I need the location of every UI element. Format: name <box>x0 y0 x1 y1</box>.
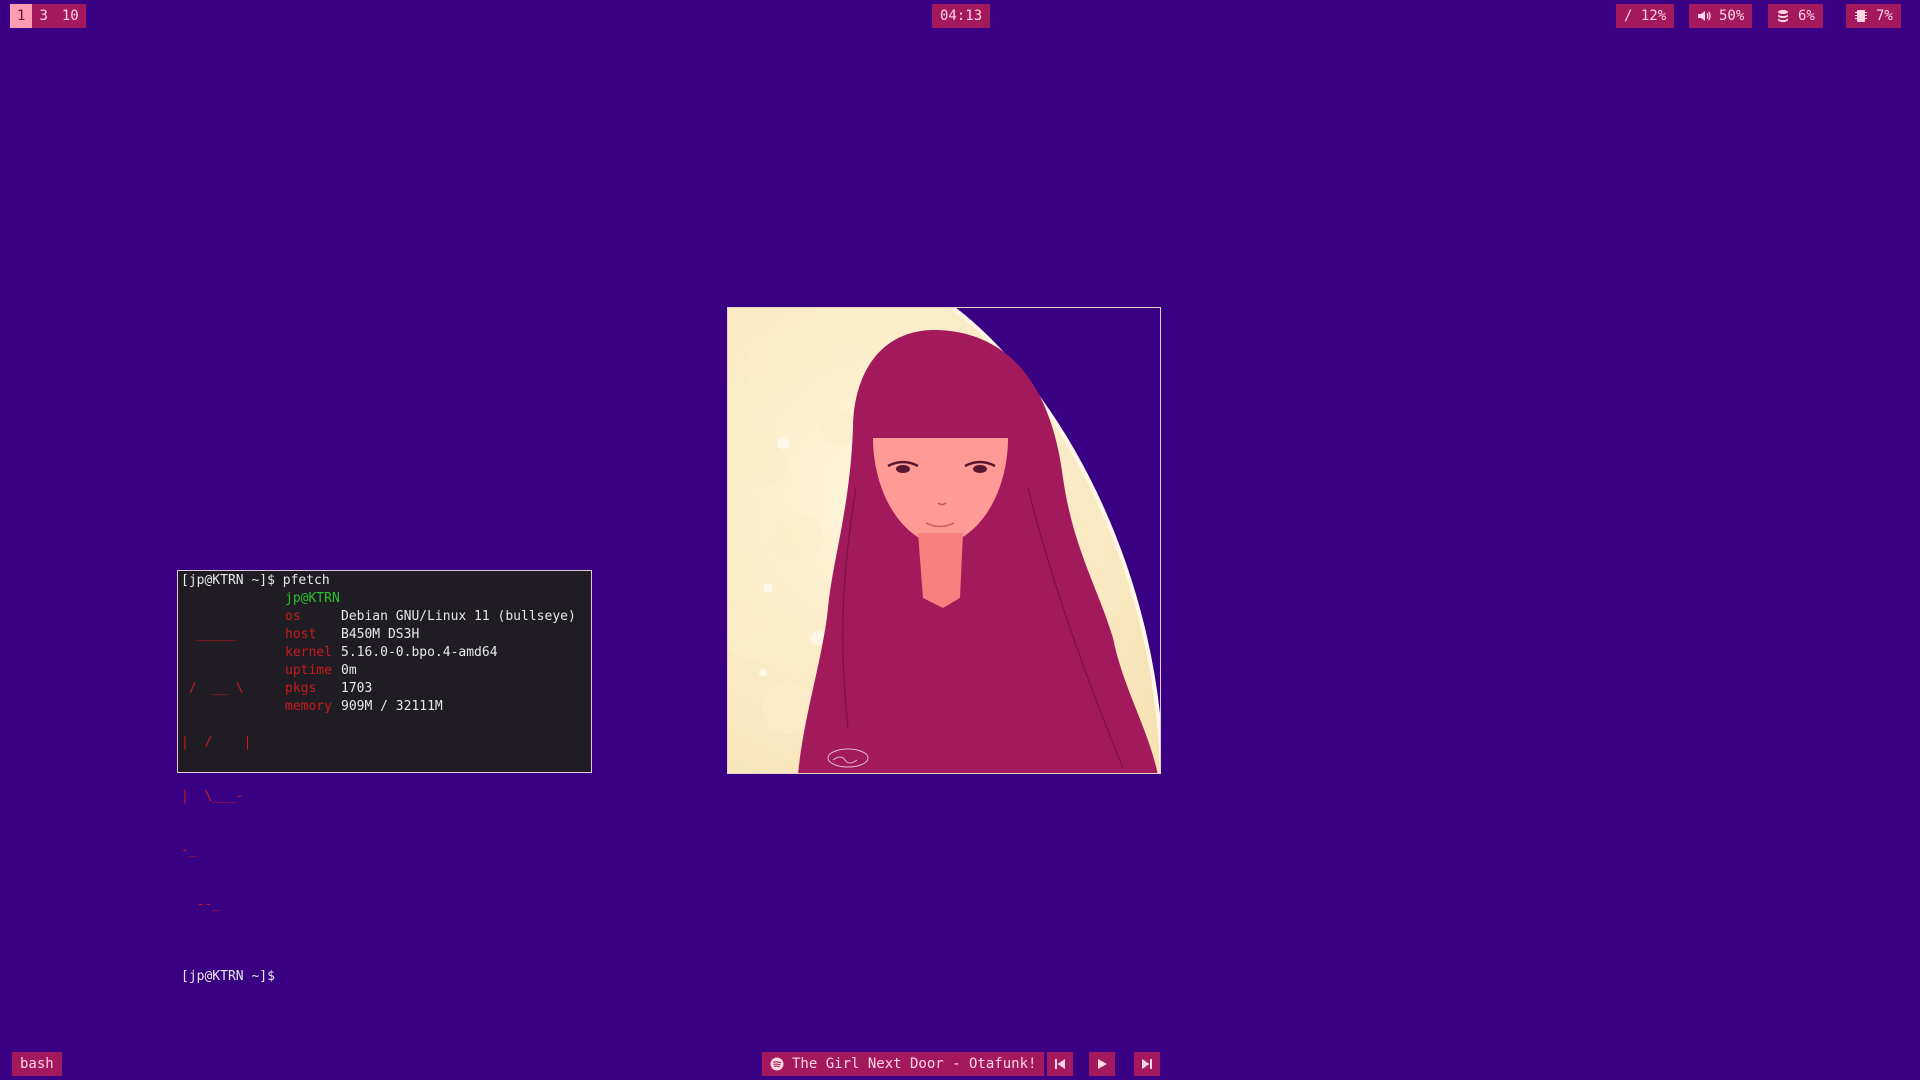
workspace-1[interactable]: 1 <box>10 4 33 28</box>
cpu-value: 7% <box>1876 8 1893 24</box>
logo-line: --_ <box>181 897 221 912</box>
terminal-window[interactable]: [jp@KTRN ~]$ pfetch _____ / __ \ | / | |… <box>177 570 592 984</box>
volume-icon <box>1697 9 1711 23</box>
pfetch-output: _____ / __ \ | / | | \___- -_ --_ jp@KTR… <box>181 590 588 950</box>
disk-usage[interactable]: / 12% <box>1616 4 1675 28</box>
memory-value: 6% <box>1798 8 1815 24</box>
skip-next-icon <box>1140 1057 1154 1071</box>
workspace-switcher: 1 3 10 <box>10 4 86 28</box>
window-title: bash <box>12 1052 62 1076</box>
girl-illustration <box>728 308 1160 773</box>
memory-module[interactable]: 6% <box>1768 4 1823 28</box>
database-icon <box>1776 9 1790 23</box>
info-row: host B450M DS3H <box>285 627 420 642</box>
logo-line: -_ <box>181 843 197 858</box>
info-row: pkgs 1703 <box>285 681 373 696</box>
play-icon <box>1095 1057 1109 1071</box>
logo-line: _____ <box>181 627 236 642</box>
cpu-module[interactable]: 7% <box>1846 4 1901 28</box>
spotify-icon <box>770 1057 784 1071</box>
volume-module[interactable]: 50% <box>1689 4 1753 28</box>
debian-ascii-logo: _____ / __ \ | / | | \___- -_ --_ <box>181 590 285 950</box>
info-row: memory 909M / 32111M <box>285 699 443 714</box>
previous-track-button[interactable] <box>1047 1052 1073 1076</box>
system-info: jp@KTRN os Debian GNU/Linux 11 (bullseye)… <box>285 590 588 950</box>
disk-usage-value: / 12% <box>1624 8 1667 24</box>
terminal-prompt[interactable]: [jp@KTRN ~]$ <box>181 968 588 986</box>
logo-line: / __ \ <box>181 681 244 696</box>
info-row: kernel 5.16.0-0.bpo.4-amd64 <box>285 645 498 660</box>
workspace-3[interactable]: 3 <box>32 4 54 28</box>
song-title: The Girl Next Door - Otafunk! <box>792 1056 1037 1072</box>
play-button[interactable] <box>1089 1052 1115 1076</box>
memory-chip-icon <box>1854 9 1868 23</box>
skip-previous-icon <box>1053 1057 1067 1071</box>
user-host: jp@KTRN <box>285 591 340 606</box>
next-track-button[interactable] <box>1134 1052 1160 1076</box>
workspace-10[interactable]: 10 <box>55 4 86 28</box>
logo-line: | \___- <box>181 789 244 804</box>
volume-value: 50% <box>1719 8 1745 24</box>
info-row: uptime 0m <box>285 663 357 678</box>
now-playing[interactable]: The Girl Next Door - Otafunk! <box>762 1052 1045 1076</box>
clock: 04:13 <box>932 4 991 28</box>
terminal-command-line: [jp@KTRN ~]$ pfetch <box>181 573 330 588</box>
info-row: os Debian GNU/Linux 11 (bullseye) <box>285 609 576 624</box>
image-viewer-window[interactable] <box>727 307 1161 774</box>
logo-line: | / | <box>181 735 252 750</box>
